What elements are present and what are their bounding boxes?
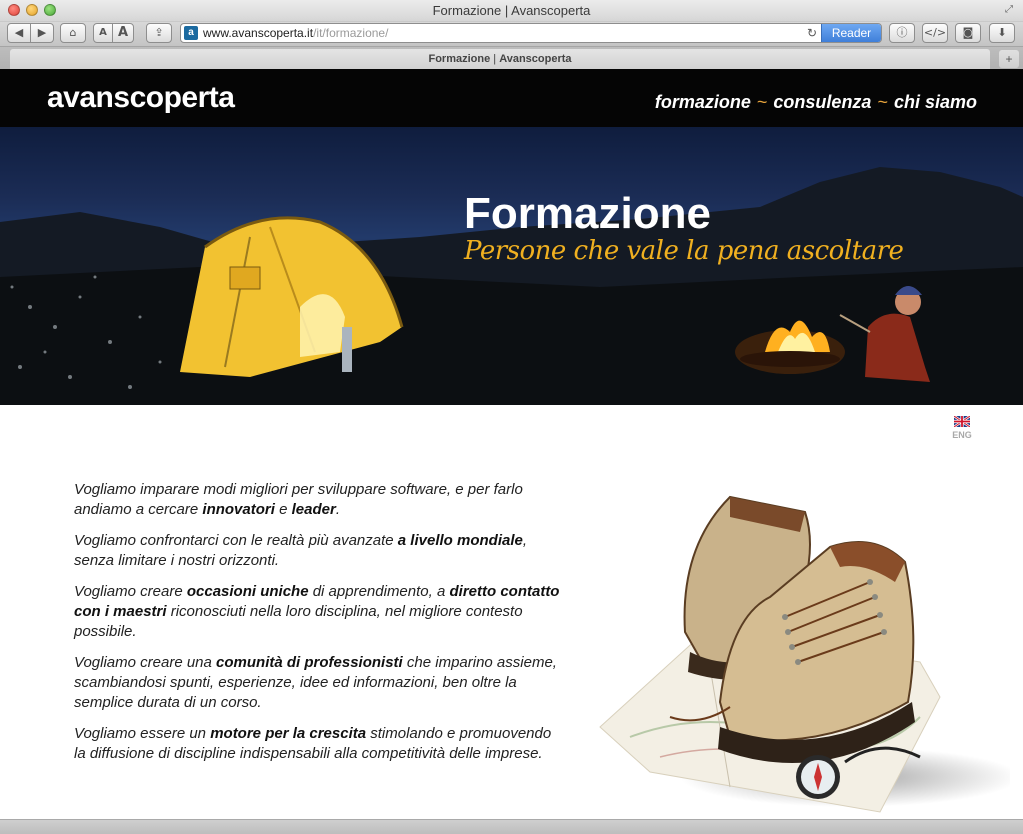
share-icon: ⇪ <box>154 26 164 39</box>
info-icon: ⓘ <box>896 26 908 39</box>
download-extension-button[interactable]: ⬇ <box>989 23 1015 43</box>
paragraph-emphasis: occasioni uniche <box>186 583 309 600</box>
site-logo[interactable]: avanscoperta <box>47 81 235 115</box>
new-tab-button[interactable]: + <box>999 50 1019 68</box>
intro-paragraph: Vogliamo confrontarci con le realtà più … <box>74 531 564 571</box>
tab-title-part2: Avanscoperta <box>499 53 572 65</box>
back-arrow-icon: ◀ <box>14 26 24 39</box>
window-title: Formazione | Avanscoperta <box>432 3 591 18</box>
screenshot-extension-button[interactable]: ◙ <box>955 23 981 43</box>
web-page: avanscoperta formazione ~ consulenza ~ chi s… <box>0 69 1023 819</box>
intro-text: Vogliamo imparare modi migliori per svil… <box>74 480 564 775</box>
code-extension-button[interactable]: </> <box>922 23 948 43</box>
main-nav: formazione ~ consulenza ~ chi siamo <box>655 92 977 113</box>
tab-bar: Formazione | Avanscoperta + <box>0 46 1023 69</box>
reader-button[interactable]: Reader <box>821 24 881 42</box>
forward-button[interactable]: ▶ <box>30 23 54 43</box>
url-host: www.avanscoperta.it <box>203 26 314 40</box>
intro-paragraph: Vogliamo imparare modi migliori per svil… <box>74 480 564 520</box>
paragraph-text: Vogliamo creare <box>74 583 187 600</box>
intro-paragraph: Vogliamo creare una comunità di professi… <box>74 653 564 713</box>
camera-icon: ◙ <box>962 26 974 39</box>
nav-separator: ~ <box>756 92 768 112</box>
uk-flag-icon <box>954 416 970 427</box>
home-button[interactable]: ⌂ <box>60 23 86 43</box>
nav-separator: ~ <box>877 92 888 112</box>
plus-icon: + <box>1005 52 1013 66</box>
site-favicon-icon: a <box>184 26 198 40</box>
paragraph-text: e <box>274 501 292 518</box>
hero-title: Formazione <box>464 189 711 238</box>
forward-arrow-icon: ▶ <box>37 26 47 39</box>
language-switch[interactable]: ENG <box>951 416 973 440</box>
reload-icon[interactable]: ↻ <box>807 26 817 40</box>
nav-chi-siamo[interactable]: chi siamo <box>894 92 977 112</box>
intro-paragraph: Vogliamo essere un motore per la crescit… <box>74 724 564 764</box>
download-icon: ⬇ <box>997 26 1007 39</box>
status-bar <box>0 819 1023 834</box>
paragraph-emphasis: comunità di professionisti <box>216 654 403 671</box>
browser-toolbar: ◀ ▶ ⌂ A A ⇪ a www.avanscoperta.it/it/for… <box>0 22 1023 46</box>
home-icon: ⌂ <box>69 26 77 39</box>
tab-title-part1: Formazione <box>428 53 491 65</box>
paragraph-emphasis: innovatori <box>202 501 275 518</box>
paragraph-text: . <box>335 501 340 518</box>
nav-formazione[interactable]: formazione <box>655 92 751 112</box>
intro-paragraph: Vogliamo creare occasioni uniche di appr… <box>74 582 564 642</box>
decrease-font-button[interactable]: A <box>93 23 113 43</box>
url-path: /it/formazione/ <box>313 26 389 40</box>
paragraph-emphasis: a livello mondiale <box>397 532 523 549</box>
site-header: avanscoperta formazione ~ consulenza ~ chi s… <box>0 69 1023 127</box>
address-bar[interactable]: a www.avanscoperta.it/it/formazione/ ↻ R… <box>180 23 882 43</box>
window-titlebar: Formazione | Avanscoperta ⤢ <box>0 0 1023 22</box>
hero-banner: Formazione Persone che vale la pena asco… <box>0 127 1023 405</box>
hero-subtitle: Persone che vale la pena ascoltare <box>464 236 904 266</box>
hero-camping-illustration <box>0 167 1023 405</box>
hiking-boots-image <box>599 495 1010 813</box>
paragraph-text: Vogliamo creare una <box>74 654 217 671</box>
paragraph-text: Vogliamo confrontarci con le realtà più … <box>74 532 398 549</box>
paragraph-text: di apprendimento, a <box>308 583 450 600</box>
back-button[interactable]: ◀ <box>7 23 31 43</box>
paragraph-emphasis: leader <box>291 501 336 518</box>
nav-consulenza[interactable]: consulenza <box>773 92 871 112</box>
tab-title-sep: | <box>493 53 497 65</box>
share-button[interactable]: ⇪ <box>146 23 172 43</box>
paragraph-emphasis: motore per la crescita <box>210 725 367 742</box>
increase-font-button[interactable]: A <box>112 23 134 43</box>
info-extension-button[interactable]: ⓘ <box>889 23 915 43</box>
fullscreen-icon[interactable]: ⤢ <box>1005 4 1017 16</box>
paragraph-text: Vogliamo essere un <box>74 725 211 742</box>
tab-current[interactable]: Formazione | Avanscoperta <box>10 49 990 69</box>
url-field[interactable]: www.avanscoperta.it/it/formazione/ <box>203 26 388 40</box>
language-label: ENG <box>952 430 972 440</box>
code-icon: </> <box>923 26 947 39</box>
